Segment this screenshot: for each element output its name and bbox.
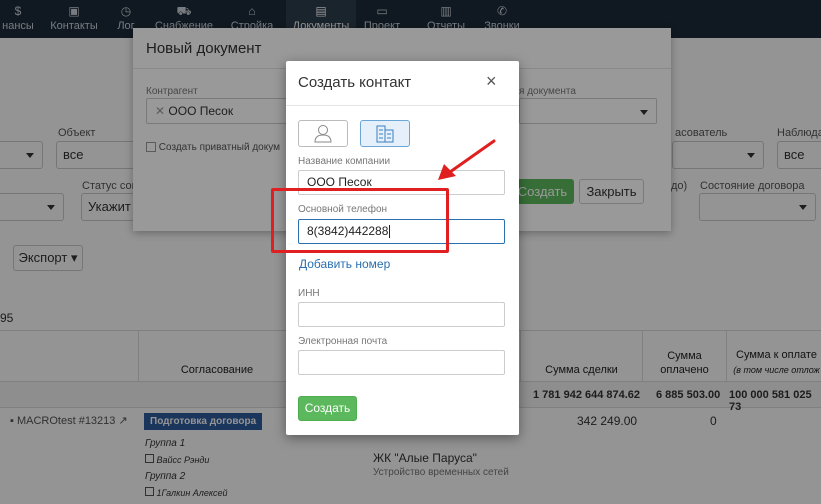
email-label: Электронная почта xyxy=(298,336,388,347)
person-type-button[interactable] xyxy=(298,120,348,147)
inn-label: ИНН xyxy=(298,288,320,299)
close-icon[interactable]: × xyxy=(486,72,497,90)
person-icon xyxy=(314,125,332,143)
building-icon xyxy=(376,125,394,143)
company-type-button[interactable] xyxy=(360,120,410,147)
annotation-arrow-icon xyxy=(438,139,496,180)
highlight-box xyxy=(271,188,449,253)
add-number-link[interactable]: Добавить номер xyxy=(299,257,390,271)
company-name-label: Название компании xyxy=(298,156,391,167)
create-contact-button[interactable]: Создать xyxy=(298,396,357,421)
inn-input[interactable] xyxy=(298,302,505,327)
divider xyxy=(286,105,519,106)
email-input[interactable] xyxy=(298,350,505,375)
modal-title: Создать контакт xyxy=(298,74,412,91)
